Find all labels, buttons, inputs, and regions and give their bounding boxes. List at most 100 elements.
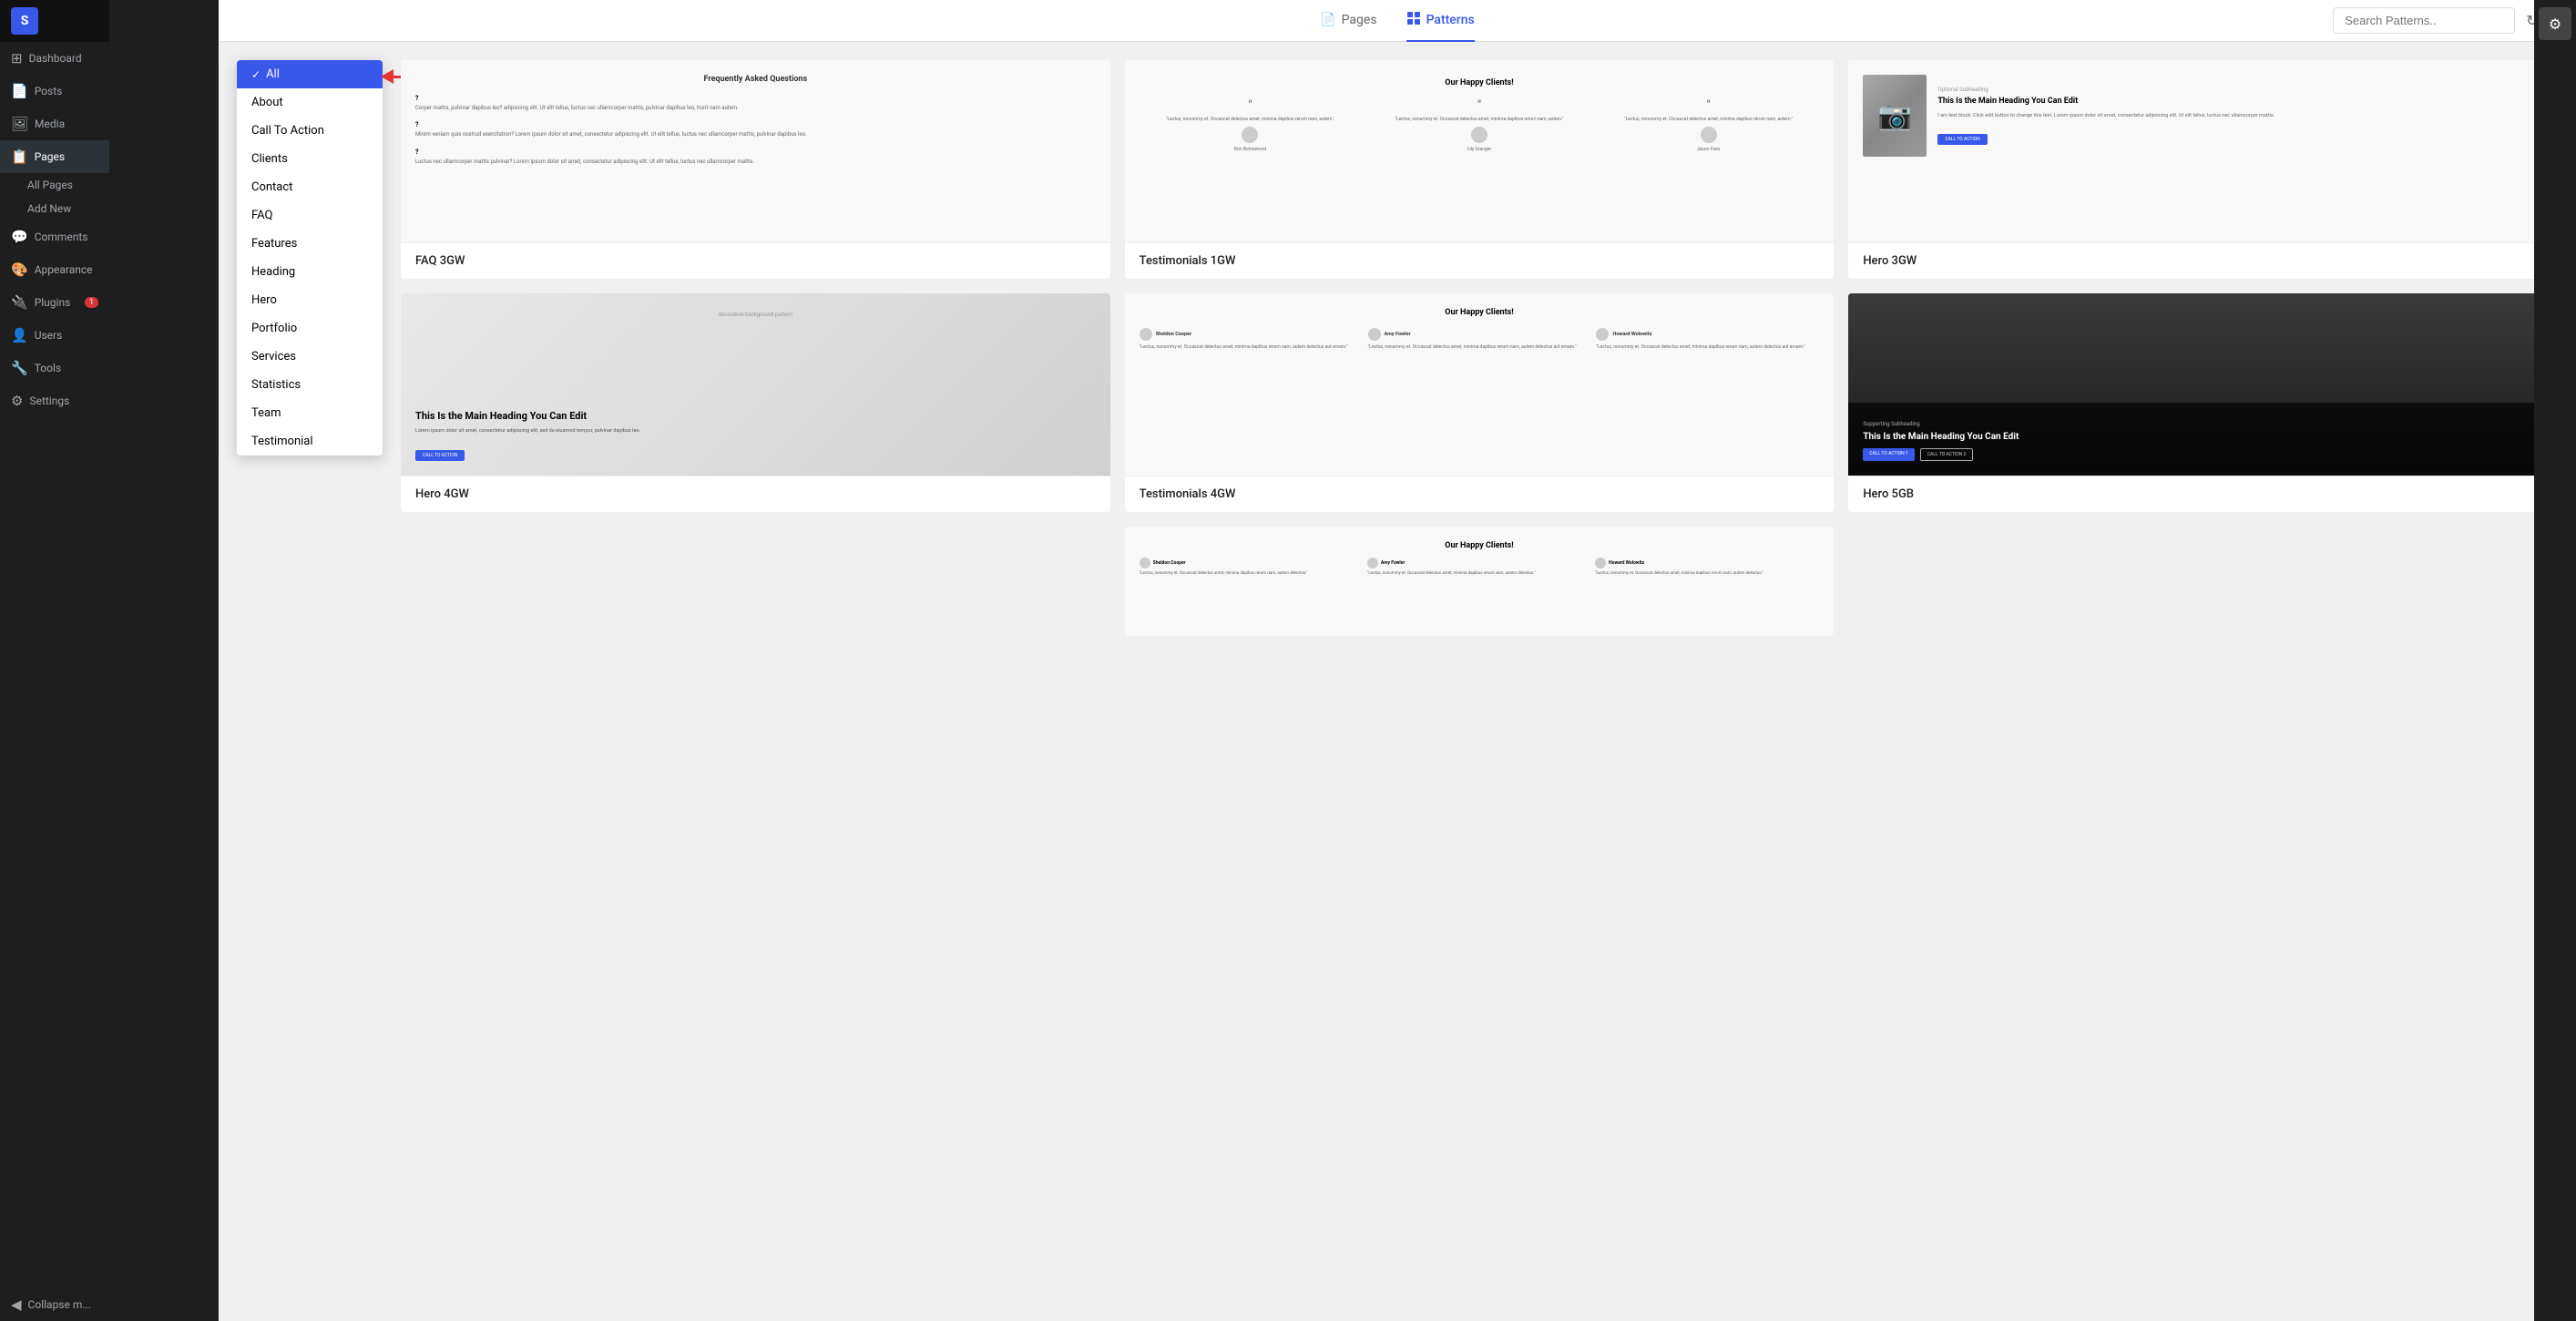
sidebar-item-settings[interactable]: ⚙ Settings bbox=[0, 384, 109, 417]
card-hero-3gw[interactable]: 📷 Optional Subheading This Is the Main H… bbox=[1848, 60, 2558, 279]
comments-icon: 💬 bbox=[11, 229, 28, 245]
sidebar-subitem-all-pages[interactable]: All Pages bbox=[0, 173, 109, 197]
sidebar-subitem-add-new[interactable]: Add New bbox=[0, 197, 109, 220]
avatar bbox=[1242, 127, 1258, 143]
hero3-cta-btn[interactable]: CALL TO ACTION bbox=[1937, 134, 1987, 145]
sidebar-item-label: Dashboard bbox=[29, 52, 82, 65]
avatar bbox=[1595, 558, 1606, 568]
search-patterns-input[interactable] bbox=[2333, 7, 2515, 34]
card-label: Testimonials 1GW bbox=[1125, 242, 1835, 279]
hero3-image: 📷 bbox=[1863, 75, 1927, 157]
dropdown-item-contact[interactable]: Contact bbox=[237, 173, 383, 201]
sidebar-item-pages[interactable]: 📋 Pages bbox=[0, 140, 109, 173]
wp-logo-bar: S bbox=[0, 0, 109, 42]
dropdown-item-hero[interactable]: Hero bbox=[237, 286, 383, 314]
test1-title: Our Happy Clients! bbox=[1140, 78, 1820, 87]
settings-panel: ⚙ bbox=[2534, 0, 2576, 1321]
hero5-cta2-btn[interactable]: CALL TO ACTION 2 bbox=[1920, 448, 1973, 461]
pages-tab-icon: 📄 bbox=[1320, 13, 1335, 27]
pages-tab-label: Pages bbox=[1342, 13, 1377, 27]
test1-card: " "Lectus, nonummy et. Occascat delectus… bbox=[1598, 98, 1820, 152]
card-testimonials-5[interactable]: Our Happy Clients! Sheldon Cooper "Lectu… bbox=[1125, 527, 1835, 636]
dropdown-item-statistics[interactable]: Statistics bbox=[237, 371, 383, 399]
tab-patterns[interactable]: Patterns bbox=[1406, 0, 1475, 42]
dropdown-item-testimonial[interactable]: Testimonial bbox=[237, 427, 383, 456]
hero3-subheading: Optional Subheading bbox=[1937, 87, 2543, 93]
test4-card: Howard Wolowitz "Lectus, nonummy et. Occ… bbox=[1596, 328, 1819, 351]
posts-icon: 📄 bbox=[11, 83, 28, 99]
modal-tabs: 📄 Pages Patterns bbox=[1320, 0, 1475, 42]
appearance-icon: 🎨 bbox=[11, 261, 28, 278]
avatar bbox=[1471, 127, 1487, 143]
patterns-tab-label: Patterns bbox=[1426, 13, 1475, 27]
category-dropdown-container: ✓ All About Call To Action Clients Conta… bbox=[237, 60, 383, 1303]
patterns-tab-icon bbox=[1406, 11, 1421, 29]
test5-card: Amy Fowler "Lectus, nonummy et. Occascat… bbox=[1367, 558, 1591, 577]
sidebar-item-label: Collapse m... bbox=[28, 1298, 91, 1311]
faq-preview: Frequently Asked Questions ? Corper matt… bbox=[401, 60, 1110, 242]
card-testimonials-1gw[interactable]: Our Happy Clients! " "Lectus, nonummy et… bbox=[1125, 60, 1835, 279]
dashboard-icon: ⊞ bbox=[11, 50, 23, 67]
hero4-heading: This Is the Main Heading You Can Edit bbox=[415, 410, 1096, 423]
card-testimonials-4gw[interactable]: Our Happy Clients! Sheldon Cooper "Lectu… bbox=[1125, 293, 1835, 512]
wp-admin-sidebar: S ⊞ Dashboard 📄 Posts 🖼 Media 📋 Pages Al… bbox=[0, 0, 109, 1321]
sidebar-item-appearance[interactable]: 🎨 Appearance bbox=[0, 253, 109, 286]
dropdown-item-team[interactable]: Team bbox=[237, 399, 383, 427]
hero5-cta1-btn[interactable]: CALL TO ACTION 1 bbox=[1863, 448, 1914, 461]
dropdown-item-all[interactable]: ✓ All bbox=[237, 60, 383, 88]
card-hero-5gb[interactable]: Supporting Subheading This Is the Main H… bbox=[1848, 293, 2558, 512]
hero3-preview: 📷 Optional Subheading This Is the Main H… bbox=[1848, 60, 2558, 242]
media-icon: 🖼 bbox=[11, 116, 28, 132]
test4-card: Sheldon Cooper "Lectus, nonummy et. Occa… bbox=[1140, 328, 1363, 351]
sidebar-item-label: Plugins bbox=[35, 296, 71, 309]
testimonials5-preview: Our Happy Clients! Sheldon Cooper "Lectu… bbox=[1125, 527, 1835, 636]
avatar bbox=[1701, 127, 1717, 143]
modal-header-right: ↻ ✕ bbox=[2333, 7, 2561, 34]
card-label: Hero 3GW bbox=[1848, 242, 2558, 279]
sidebar-item-dashboard[interactable]: ⊞ Dashboard bbox=[0, 42, 109, 75]
dropdown-item-faq[interactable]: FAQ bbox=[237, 201, 383, 230]
avatar bbox=[1367, 558, 1378, 568]
wp-logo: S bbox=[11, 7, 38, 35]
dropdown-item-features[interactable]: Features bbox=[237, 230, 383, 258]
modal-header: 📄 Pages Patterns ↻ ✕ bbox=[219, 0, 2576, 42]
tab-pages[interactable]: 📄 Pages bbox=[1320, 0, 1376, 42]
dropdown-item-services[interactable]: Services bbox=[237, 343, 383, 371]
sidebar-item-label: Media bbox=[35, 118, 65, 130]
dropdown-item-portfolio[interactable]: Portfolio bbox=[237, 314, 383, 343]
test4-grid: Sheldon Cooper "Lectus, nonummy et. Occa… bbox=[1140, 328, 1820, 351]
test1-grid: " "Lectus, nonummy et. Occascat delectus… bbox=[1140, 98, 1820, 152]
sidebar-item-label: Tools bbox=[35, 362, 61, 374]
card-hero-4gw[interactable]: decorative background pattern This Is th… bbox=[401, 293, 1110, 512]
test5-card: Howard Wolowitz "Lectus, nonummy et. Occ… bbox=[1595, 558, 1819, 577]
plugins-icon: 🔌 bbox=[11, 294, 28, 311]
sidebar-item-label: Appearance bbox=[35, 263, 93, 276]
sidebar-item-users[interactable]: 👤 Users bbox=[0, 319, 109, 352]
sidebar-item-label: Posts bbox=[35, 85, 63, 97]
modal-body: ✓ All About Call To Action Clients Conta… bbox=[219, 42, 2576, 1321]
settings-gear-button[interactable]: ⚙ bbox=[2539, 7, 2571, 40]
sidebar-item-posts[interactable]: 📄 Posts bbox=[0, 75, 109, 108]
pages-icon: 📋 bbox=[11, 148, 28, 165]
sidebar-item-collapse[interactable]: ◀ Collapse m... bbox=[0, 1288, 109, 1321]
card-faq-3gw[interactable]: Frequently Asked Questions ? Corper matt… bbox=[401, 60, 1110, 279]
card-label: Testimonials 4GW bbox=[1125, 476, 1835, 512]
dropdown-item-call-to-action[interactable]: Call To Action bbox=[237, 117, 383, 145]
sidebar-item-tools[interactable]: 🔧 Tools bbox=[0, 352, 109, 384]
sidebar-item-comments[interactable]: 💬 Comments bbox=[0, 220, 109, 253]
settings-icon: ⚙ bbox=[11, 393, 23, 409]
dropdown-item-clients[interactable]: Clients bbox=[237, 145, 383, 173]
sidebar-item-label: Users bbox=[35, 329, 63, 342]
plugins-badge: 1 bbox=[85, 297, 98, 308]
hero5-heading: This Is the Main Heading You Can Edit bbox=[1863, 431, 2543, 443]
sidebar-item-plugins[interactable]: 🔌 Plugins 1 bbox=[0, 286, 109, 319]
dropdown-item-heading[interactable]: Heading bbox=[237, 258, 383, 286]
hero3-body: I am text block. Click edit button to ch… bbox=[1937, 113, 2543, 120]
collapse-icon: ◀ bbox=[11, 1296, 22, 1313]
card-label: FAQ 3GW bbox=[401, 242, 1110, 279]
dropdown-item-about[interactable]: About bbox=[237, 88, 383, 117]
sidebar-item-media[interactable]: 🖼 Media bbox=[0, 108, 109, 140]
card-label: Hero 4GW bbox=[401, 476, 1110, 512]
hero4-cta-btn[interactable]: CALL TO ACTION bbox=[415, 450, 465, 461]
test5-title: Our Happy Clients! bbox=[1140, 541, 1820, 550]
